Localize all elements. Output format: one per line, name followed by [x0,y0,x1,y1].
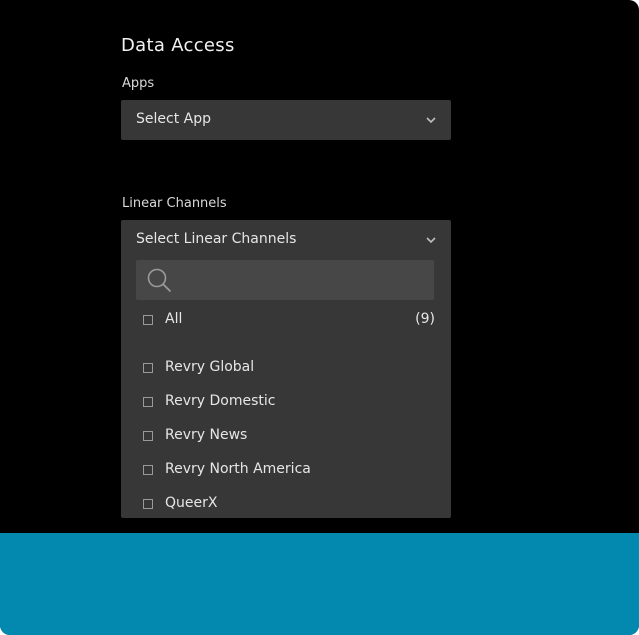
option-revry-global[interactable]: Revry Global [121,356,451,382]
option-revry-domestic[interactable]: Revry Domestic [121,390,451,416]
chevron-down-icon [426,237,436,244]
option-label: QueerX [165,495,218,511]
checkbox-icon[interactable] [143,431,153,441]
apps-select[interactable]: Select App [121,100,451,140]
linear-channels-label: Linear Channels [122,196,227,211]
apps-select-value: Select App [136,111,211,127]
option-revry-north-america[interactable]: Revry North America [121,458,451,484]
linear-channels-select-value: Select Linear Channels [136,231,297,247]
option-label: Revry North America [165,461,311,477]
option-queerx[interactable]: QueerX [121,492,451,518]
page-frame: Data Access Apps Select App Linear Chann… [0,0,639,635]
option-revry-news[interactable]: Revry News [121,424,451,450]
footer-bar [0,533,639,635]
checkbox-icon[interactable] [143,397,153,407]
search-icon [147,268,171,292]
option-label: Revry Domestic [165,393,276,409]
option-label: Revry News [165,427,248,443]
checkbox-icon[interactable] [143,315,153,325]
checkbox-icon[interactable] [143,499,153,509]
channel-search-input[interactable] [176,260,430,302]
linear-channels-dropdown: Select Linear Channels All (9) Revry Glo… [121,220,451,518]
checkbox-icon[interactable] [143,363,153,373]
apps-label: Apps [122,76,155,91]
checkbox-icon[interactable] [143,465,153,475]
channel-search-box [136,260,434,302]
option-label: Revry Global [165,359,255,375]
page-title: Data Access [121,35,235,56]
option-label: All [165,311,183,327]
chevron-down-icon [426,117,436,124]
linear-channels-select[interactable]: Select Linear Channels [121,220,451,260]
option-all[interactable]: All (9) [121,308,451,334]
option-count: (9) [415,311,435,327]
